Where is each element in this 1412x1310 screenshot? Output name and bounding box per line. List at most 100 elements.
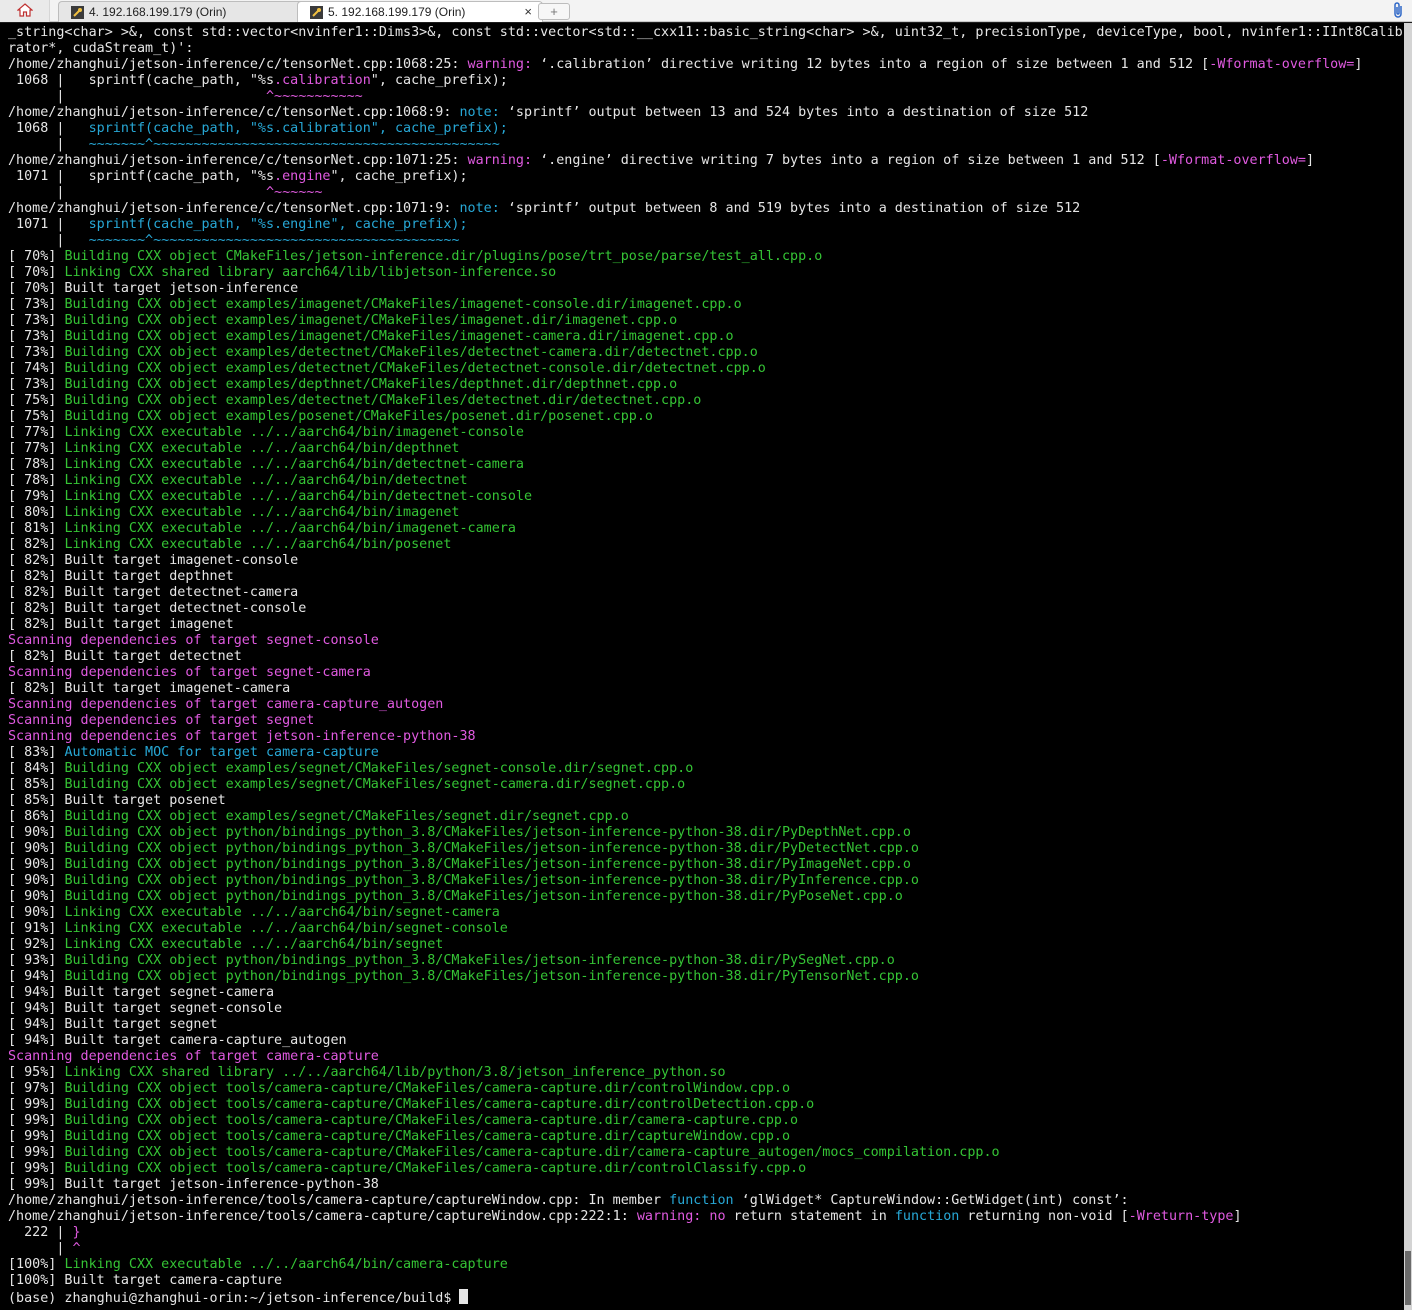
close-icon[interactable]: × xyxy=(524,4,532,19)
terminal-text: [ 79%] xyxy=(8,489,65,504)
terminal-text: Scanning dependencies of target camera-c… xyxy=(8,697,444,712)
terminal-text: [ 86%] xyxy=(8,809,65,824)
terminal-text: .engine xyxy=(274,169,331,184)
terminal-text: rator*, cudaStream_t)': xyxy=(8,41,194,56)
terminal-line: [ 94%] Built target segnet-console xyxy=(8,1001,1404,1017)
terminal-line: [ 82%] Built target imagenet-console xyxy=(8,553,1404,569)
terminal-line: (base) zhanghui@zhanghui-orin:~/jetson-i… xyxy=(8,1289,1404,1306)
terminal-line: [ 90%] Building CXX object python/bindin… xyxy=(8,825,1404,841)
terminal-line: /home/zhanghui/jetson-inference/c/tensor… xyxy=(8,105,1404,121)
terminal-text: | xyxy=(8,1241,73,1256)
terminal-text: [ 97%] xyxy=(8,1081,65,1096)
terminal-line: [ 70%] Built target jetson-inference xyxy=(8,281,1404,297)
terminal-line: Scanning dependencies of target camera-c… xyxy=(8,1049,1404,1065)
terminal-text: [ 73%] xyxy=(8,313,65,328)
terminal-line: | ~~~~~~~^~~~~~~~~~~~~~~~~~~~~~~~~~~~~~~… xyxy=(8,233,1404,249)
terminal-text: Building CXX object tools/camera-capture… xyxy=(64,1113,799,1128)
terminal-text: [ 82%] Built target detectnet xyxy=(8,649,242,664)
terminal-text: ~~~~~~~^~~~~~~~~~~~~~~~~~~~~~~~~~~~~~~~~… xyxy=(88,233,460,248)
terminal-text: | xyxy=(8,89,266,104)
terminal-text: Scanning dependencies of target segnet xyxy=(8,713,315,728)
terminal-text: Scanning dependencies of target segnet-c… xyxy=(8,633,379,648)
wrench-icon xyxy=(310,5,323,19)
terminal-text: [ 78%] xyxy=(8,457,65,472)
terminal-line: [ 78%] Linking CXX executable ../../aarc… xyxy=(8,473,1404,489)
terminal-text: warning: xyxy=(467,57,541,72)
terminal-text: [ 82%] Built target detectnet-camera xyxy=(8,585,299,600)
terminal-text: [ 70%] xyxy=(8,265,65,280)
terminal-text: Building CXX object python/bindings_pyth… xyxy=(64,857,911,872)
tab-session-4[interactable]: 4. 192.168.199.179 (Orin) xyxy=(58,1,304,22)
scrollbar-thumb[interactable] xyxy=(1405,1251,1411,1305)
terminal-text: [ 82%] Built target imagenet-console xyxy=(8,553,299,568)
terminal-text: [ 94%] xyxy=(8,969,65,984)
terminal-text: Linking CXX executable ../../aarch64/bin… xyxy=(64,505,460,520)
terminal-line: [ 75%] Building CXX object examples/dete… xyxy=(8,393,1404,409)
terminal-line: [ 73%] Building CXX object examples/imag… xyxy=(8,297,1404,313)
terminal-text: Building CXX object examples/detectnet/C… xyxy=(64,361,766,376)
terminal-line: Scanning dependencies of target segnet-c… xyxy=(8,633,1404,649)
terminal-text: Building CXX object tools/camera-capture… xyxy=(64,1129,791,1144)
terminal-text: | xyxy=(8,233,89,248)
terminal-line: [ 94%] Built target segnet xyxy=(8,1017,1404,1033)
terminal-text: Building CXX object CMakeFiles/jetson-in… xyxy=(64,249,823,264)
terminal-line: [ 82%] Built target detectnet-camera xyxy=(8,585,1404,601)
terminal-text: Linking CXX executable ../../aarch64/bin… xyxy=(64,905,500,920)
terminal-line: [ 80%] Linking CXX executable ../../aarc… xyxy=(8,505,1404,521)
terminal-text: [ 85%] Built target posenet xyxy=(8,793,226,808)
terminal-text: Building CXX object python/bindings_pyth… xyxy=(64,889,903,904)
terminal-text: [100%] xyxy=(8,1257,65,1272)
terminal-line: Scanning dependencies of target camera-c… xyxy=(8,697,1404,713)
terminal-text: Linking CXX executable ../../aarch64/bin… xyxy=(64,537,452,552)
terminal-line: 222 | } xyxy=(8,1225,1404,1241)
terminal-text: note: xyxy=(459,105,508,120)
terminal-text: function xyxy=(894,1209,960,1224)
terminal-text: /home/zhanghui/jetson-inference/c/tensor… xyxy=(8,57,468,72)
terminal-scrollbar[interactable] xyxy=(1404,23,1412,1310)
terminal-line: /home/zhanghui/jetson-inference/tools/ca… xyxy=(8,1209,1404,1225)
terminal-text: [ 75%] xyxy=(8,393,65,408)
terminal-line: [ 99%] Building CXX object tools/camera-… xyxy=(8,1113,1404,1129)
terminal-line: /home/zhanghui/jetson-inference/c/tensor… xyxy=(8,153,1404,169)
terminal-text: [ 83%] xyxy=(8,745,65,760)
terminal-text: [ 90%] xyxy=(8,889,65,904)
terminal-text: | xyxy=(8,185,266,200)
terminal-text: [ 99%] xyxy=(8,1113,65,1128)
terminal-line: [ 83%] Automatic MOC for target camera-c… xyxy=(8,745,1404,761)
terminal-line: [ 90%] Building CXX object python/bindin… xyxy=(8,841,1404,857)
terminal-line: [ 82%] Built target imagenet-camera xyxy=(8,681,1404,697)
terminal-line: [ 77%] Linking CXX executable ../../aarc… xyxy=(8,425,1404,441)
terminal-text: Building CXX object examples/detectnet/C… xyxy=(64,345,758,360)
terminal-text: [ 95%] xyxy=(8,1065,65,1080)
terminal-line: [ 73%] Building CXX object examples/imag… xyxy=(8,329,1404,345)
terminal-text: Scanning dependencies of target jetson-i… xyxy=(8,729,476,744)
terminal-text: 1071 | sprintf(cache_path, "%s xyxy=(8,169,275,184)
terminal-line: | ^~~~~~~ xyxy=(8,185,1404,201)
terminal-text: Linking CXX executable ../../aarch64/bin… xyxy=(64,489,533,504)
terminal-line: [ 93%] Building CXX object python/bindin… xyxy=(8,953,1404,969)
terminal-text: } xyxy=(72,1225,81,1240)
terminal-line: [ 86%] Building CXX object examples/segn… xyxy=(8,809,1404,825)
terminal-text: Linking CXX executable ../../aarch64/bin… xyxy=(64,425,524,440)
paperclip-icon[interactable] xyxy=(1392,1,1404,23)
terminal-text: Building CXX object python/bindings_pyth… xyxy=(64,873,919,888)
terminal-text: [ 77%] xyxy=(8,441,65,456)
terminal-line: [ 75%] Building CXX object examples/pose… xyxy=(8,409,1404,425)
terminal-text: [ 92%] xyxy=(8,937,65,952)
wrench-icon xyxy=(71,5,84,19)
terminal-text: 1071 | xyxy=(8,217,89,232)
terminal-line: Scanning dependencies of target jetson-i… xyxy=(8,729,1404,745)
terminal-line: [ 85%] Built target posenet xyxy=(8,793,1404,809)
home-button[interactable] xyxy=(0,0,50,22)
terminal-text: /home/zhanghui/jetson-inference/tools/ca… xyxy=(8,1193,670,1208)
new-tab-button[interactable]: + xyxy=(538,3,570,20)
terminal-line: [ 90%] Building CXX object python/bindin… xyxy=(8,873,1404,889)
terminal-text: [ 80%] xyxy=(8,505,65,520)
terminal-text: [ 91%] xyxy=(8,921,65,936)
terminal-text: /home/zhanghui/jetson-inference/tools/ca… xyxy=(8,1209,637,1224)
terminal-line: /home/zhanghui/jetson-inference/c/tensor… xyxy=(8,57,1404,73)
tab-session-5[interactable]: 5. 192.168.199.179 (Orin) × xyxy=(297,1,543,22)
terminal-line: [ 82%] Linking CXX executable ../../aarc… xyxy=(8,537,1404,553)
terminal-output[interactable]: _string<char> >&, const std::vector<nvin… xyxy=(0,23,1404,1310)
terminal-text: Building CXX object examples/imagenet/CM… xyxy=(64,297,742,312)
